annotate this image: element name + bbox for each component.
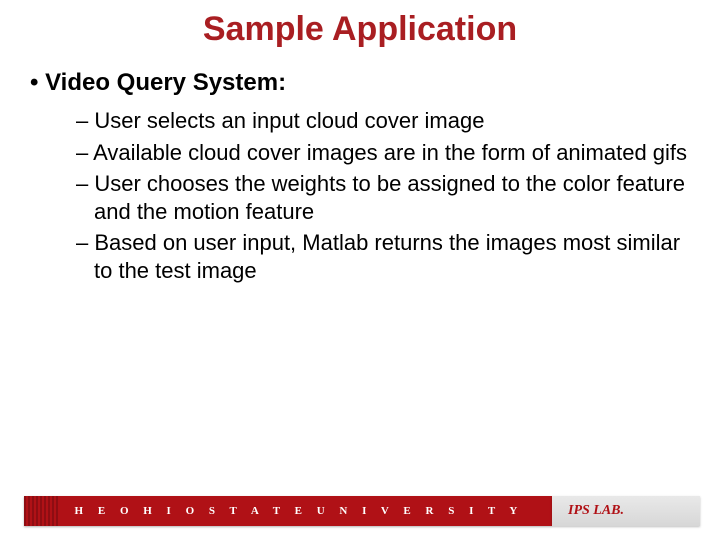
- footer-lab-bar: IPS LAB.: [552, 496, 700, 526]
- bullet-list-L1: Video Query System: User selects an inpu…: [30, 69, 690, 284]
- slide-title: Sample Application: [0, 0, 720, 49]
- bullet-L2-item: User selects an input cloud cover image: [76, 107, 690, 135]
- bullet-L1-item: Video Query System: User selects an inpu…: [30, 69, 690, 284]
- footer-university-bar: T H E O H I O S T A T E U N I V E R S I …: [24, 496, 552, 526]
- bullet-list-L2: User selects an input cloud cover image …: [30, 107, 690, 284]
- footer-lab-text: IPS LAB.: [568, 503, 624, 519]
- bullet-L1-label: Video Query System:: [45, 69, 286, 96]
- slide-content: Video Query System: User selects an inpu…: [0, 49, 720, 284]
- slide: Sample Application Video Query System: U…: [0, 0, 720, 540]
- footer-accent-block: [24, 496, 60, 526]
- footer-university-text: T H E O H I O S T A T E U N I V E R S I …: [53, 505, 524, 517]
- bullet-L2-item: User chooses the weights to be assigned …: [76, 170, 690, 225]
- bullet-L2-item: Available cloud cover images are in the …: [76, 139, 690, 167]
- bullet-L2-item: Based on user input, Matlab returns the …: [76, 229, 690, 284]
- footer: T H E O H I O S T A T E U N I V E R S I …: [0, 496, 720, 526]
